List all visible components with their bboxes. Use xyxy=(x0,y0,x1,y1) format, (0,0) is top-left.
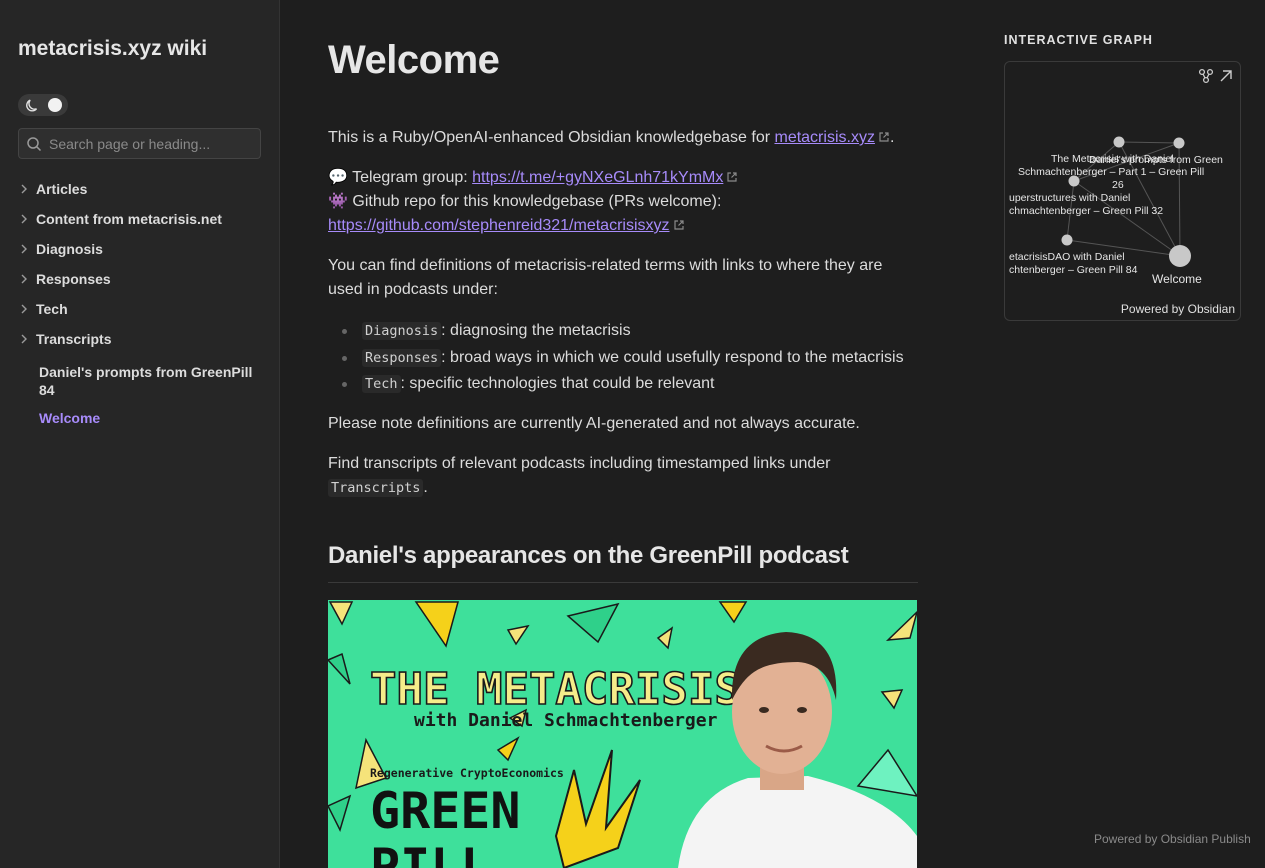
chevron-right-icon xyxy=(21,334,27,344)
list-item: Diagnosis: diagnosing the metacrisis xyxy=(342,318,918,345)
banner-artwork: THE METACRISIS with Daniel Schmachtenber… xyxy=(328,600,917,868)
intro-paragraph: This is a Ruby/OpenAI-enhanced Obsidian … xyxy=(328,126,918,150)
chevron-right-icon xyxy=(21,304,27,314)
nav-file-welcome[interactable]: Welcome xyxy=(18,409,268,427)
external-link-icon xyxy=(879,132,889,142)
search-input[interactable] xyxy=(49,129,254,158)
nav-folder-label: Responses xyxy=(36,271,111,287)
file-tree: Articles Content from metacrisis.net Dia… xyxy=(18,174,268,427)
chevron-right-icon xyxy=(21,244,27,254)
toggle-knob xyxy=(48,98,62,112)
note-paragraph: Please note definitions are currently AI… xyxy=(328,414,860,432)
interactive-graph[interactable]: The Metacrisis with Daniel Daniel's prom… xyxy=(1004,61,1241,321)
nav-folder-content-from-metacrisis-net[interactable]: Content from metacrisis.net xyxy=(18,204,268,234)
search-icon xyxy=(27,137,42,152)
list-item-text: : broad ways in which we could usefully … xyxy=(441,348,904,366)
nav-folder-label: Content from metacrisis.net xyxy=(36,211,222,227)
transcripts-paragraph: Find transcripts of relevant podcasts in… xyxy=(328,452,918,500)
banner-tagline: Regenerative CryptoEconomics xyxy=(370,766,564,780)
intro-end: . xyxy=(889,129,895,146)
chevron-right-icon xyxy=(21,214,27,224)
graph-heading: INTERACTIVE GRAPH xyxy=(1004,33,1153,47)
banner-title: THE METACRISIS xyxy=(370,664,741,715)
graph-node-label: Welcome xyxy=(1152,272,1202,286)
definitions-paragraph: You can find definitions of metacrisis-r… xyxy=(328,257,883,298)
inline-code: Tech xyxy=(362,375,401,393)
graph-node-label: Schmachtenberger – Part 1 – Green Pill xyxy=(1018,166,1204,178)
graph-canvas[interactable]: The Metacrisis with Daniel Daniel's prom… xyxy=(1005,62,1241,321)
metacrisis-link[interactable]: metacrisis.xyz xyxy=(774,129,874,146)
external-link-icon xyxy=(727,172,737,182)
nav-folder-tech[interactable]: Tech xyxy=(18,294,268,324)
transcripts-text: Find transcripts of relevant podcasts in… xyxy=(328,454,831,472)
inline-code: Responses xyxy=(362,348,442,367)
inline-code: Transcripts xyxy=(328,478,424,497)
nav-folder-diagnosis[interactable]: Diagnosis xyxy=(18,234,268,264)
page-title: Welcome xyxy=(328,38,500,82)
powered-by-publish[interactable]: Powered by Obsidian Publish xyxy=(1094,832,1251,846)
graph-node-label: chtenberger – Green Pill 84 xyxy=(1009,264,1138,276)
graph-node-label: 26 xyxy=(1112,179,1124,191)
graph-node[interactable] xyxy=(1173,137,1185,149)
telegram-link[interactable]: https://t.me/+gyNXeGLnh71kYmMx xyxy=(472,169,723,186)
nav-folder-label: Tech xyxy=(36,301,68,317)
graph-node-label: uperstructures with Daniel xyxy=(1009,192,1130,204)
github-link[interactable]: https://github.com/stephenreid321/metacr… xyxy=(328,217,670,234)
nav-file-daniels-prompts[interactable]: Daniel's prompts from GreenPill 84 xyxy=(18,363,268,399)
banner-logo-line1: GREEN xyxy=(370,782,521,840)
telegram-text: 💬 Telegram group: xyxy=(328,169,473,186)
list-item: Tech: specific technologies that could b… xyxy=(342,371,918,398)
podcast-banner-image: THE METACRISIS with Daniel Schmachtenber… xyxy=(328,600,917,868)
intro-text: This is a Ruby/OpenAI-enhanced Obsidian … xyxy=(328,129,775,146)
graph-node-current[interactable] xyxy=(1169,245,1191,267)
search-box xyxy=(18,128,261,159)
site-title[interactable]: metacrisis.xyz wiki xyxy=(18,37,207,61)
links-paragraph: 💬 Telegram group: https://t.me/+gyNXeGLn… xyxy=(328,166,918,238)
nav-folder-transcripts[interactable]: Transcripts xyxy=(18,324,268,354)
graph-node[interactable] xyxy=(1113,136,1125,148)
definitions-list: Diagnosis: diagnosing the metacrisis Res… xyxy=(342,318,918,398)
graph-node-label: Daniel's prompts from Green xyxy=(1089,154,1223,166)
page-body: This is a Ruby/OpenAI-enhanced Obsidian … xyxy=(328,126,918,516)
transcripts-end: . xyxy=(423,478,428,496)
list-item-text: : specific technologies that could be re… xyxy=(400,375,715,392)
section-heading: Daniel's appearances on the GreenPill po… xyxy=(328,542,918,583)
nav-folder-label: Transcripts xyxy=(36,331,112,347)
banner-subtitle: with Daniel Schmachtenberger xyxy=(414,710,718,731)
theme-toggle[interactable] xyxy=(18,94,68,116)
nav-folder-label: Diagnosis xyxy=(36,241,103,257)
graph-node-label: etacrisisDAO with Daniel xyxy=(1009,251,1125,263)
chevron-right-icon xyxy=(21,184,27,194)
graph-node[interactable] xyxy=(1061,234,1073,246)
banner-logo-line2: PILL xyxy=(370,838,490,868)
graph-settings-icon[interactable] xyxy=(1198,68,1214,84)
external-link-icon xyxy=(673,220,684,230)
github-text: 👾 Github repo for this knowledgebase (PR… xyxy=(328,193,722,210)
list-item-text: : diagnosing the metacrisis xyxy=(441,322,631,339)
nav-folder-label: Articles xyxy=(36,181,88,197)
nav-folder-articles[interactable]: Articles xyxy=(18,174,268,204)
list-item: Responses: broad ways in which we could … xyxy=(342,345,918,372)
sidebar: metacrisis.xyz wiki Articles Content fro… xyxy=(0,0,280,868)
moon-icon xyxy=(26,99,38,112)
expand-icon[interactable] xyxy=(1218,68,1234,84)
nav-folder-responses[interactable]: Responses xyxy=(18,264,268,294)
graph-node-label: chmachtenberger – Green Pill 32 xyxy=(1009,205,1163,217)
inline-code: Diagnosis xyxy=(362,322,442,340)
chevron-right-icon xyxy=(21,274,27,284)
graph-powered-by[interactable]: Powered by Obsidian xyxy=(1121,302,1235,316)
